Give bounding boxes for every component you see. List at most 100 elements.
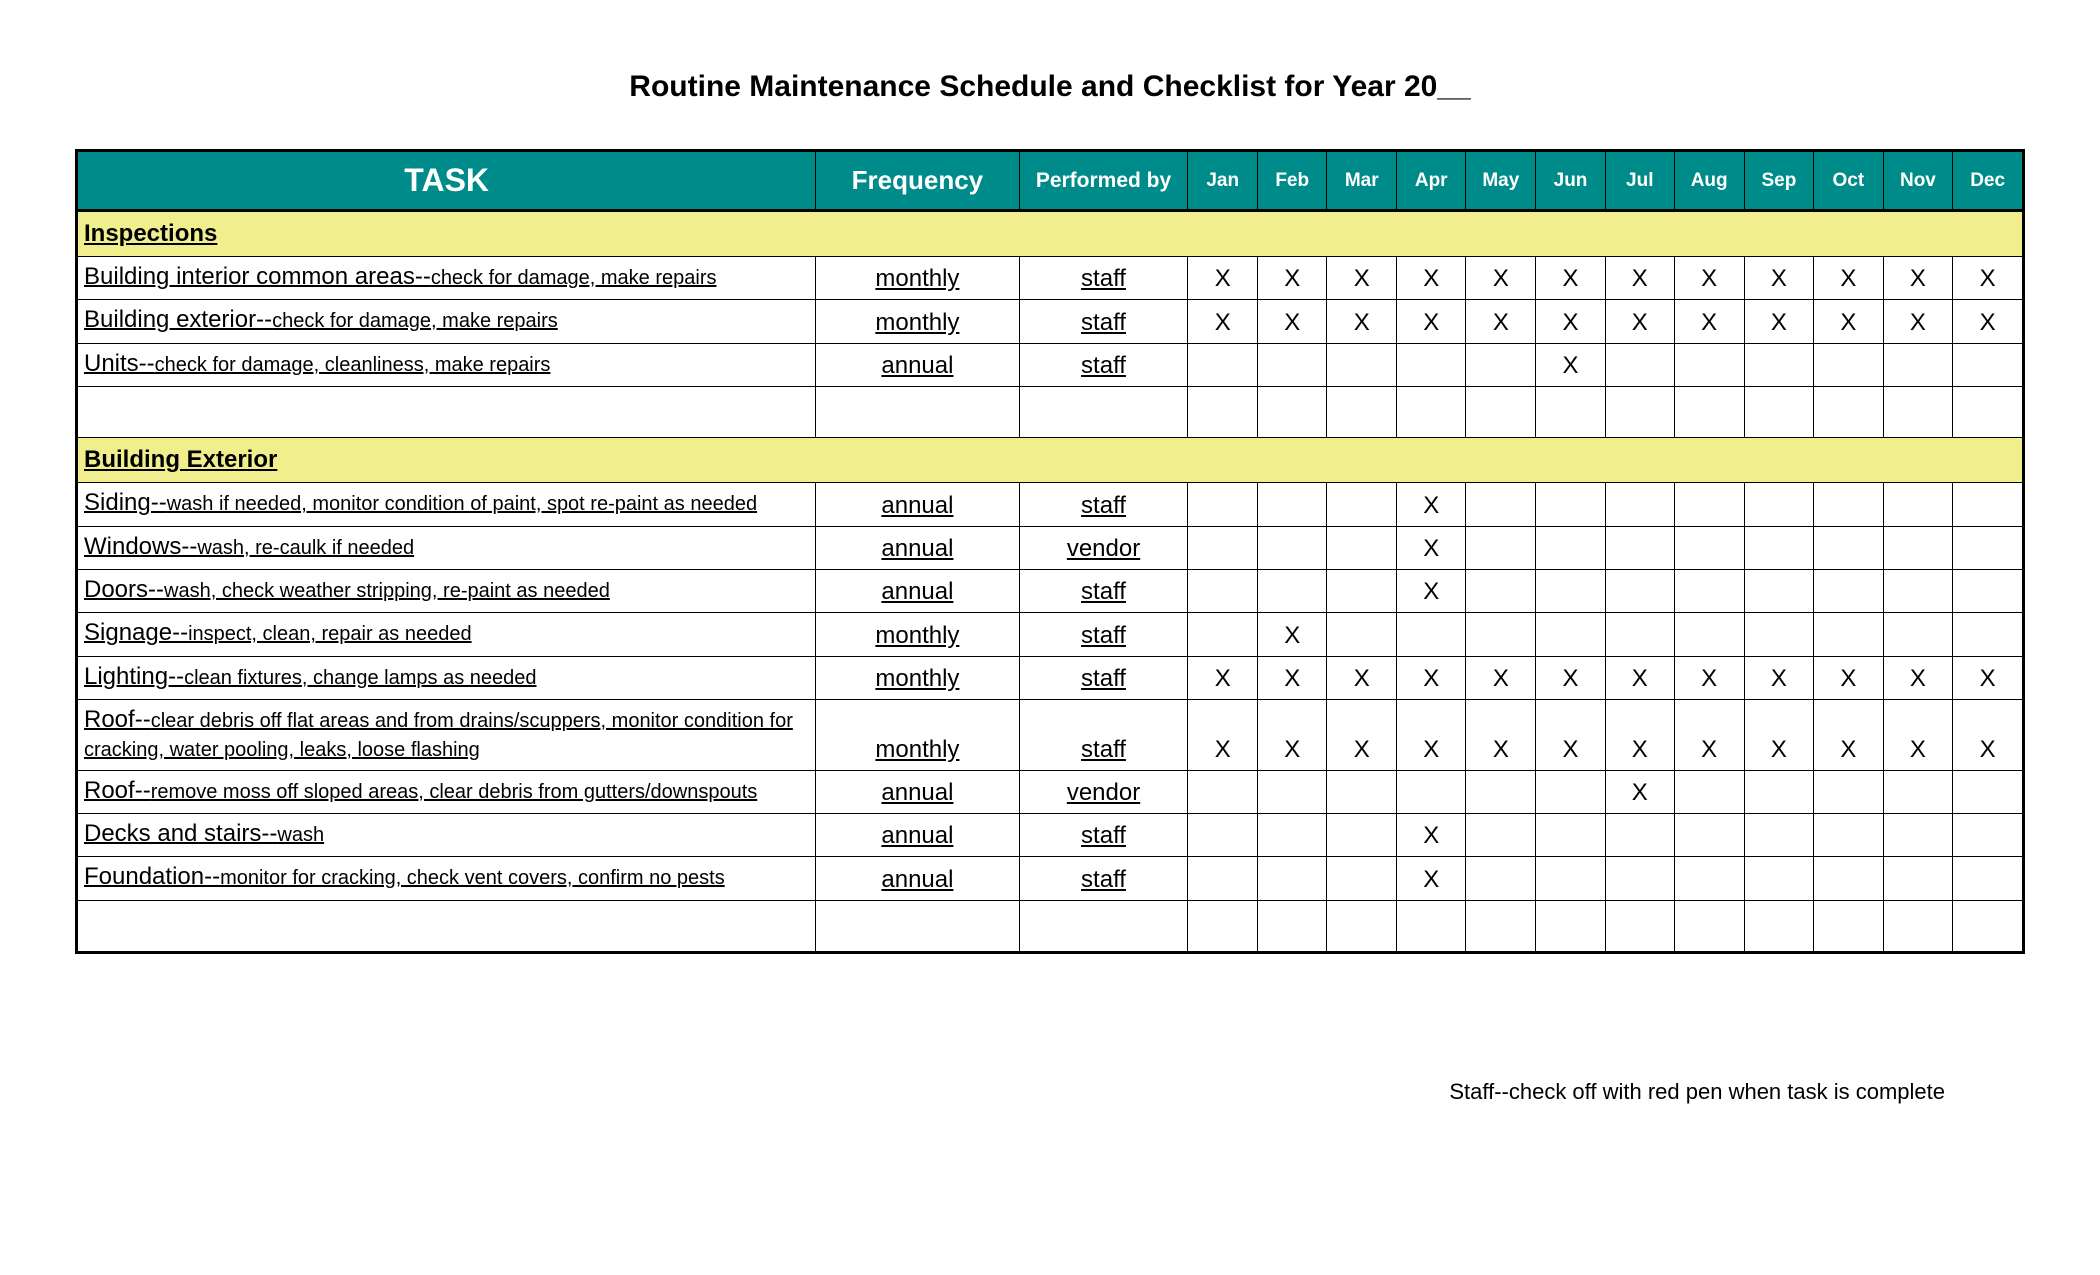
header-month: Sep xyxy=(1744,151,1814,211)
footnote: Staff--check off with red pen when task … xyxy=(75,954,2025,1105)
month-cell xyxy=(1674,526,1744,569)
task-cell: Units--check for damage, cleanliness, ma… xyxy=(77,343,816,386)
month-cell xyxy=(1605,526,1674,569)
task-head: Building interior common areas-- xyxy=(84,263,431,290)
task-desc: clean fixtures, change lamps as needed xyxy=(184,667,536,689)
task-cell: Signage--inspect, clean, repair as neede… xyxy=(77,613,816,656)
month-cell: X xyxy=(1257,300,1327,343)
empty-cell xyxy=(1605,387,1674,438)
month-cell xyxy=(1605,613,1674,656)
empty-cell xyxy=(1814,900,1883,952)
month-cell: X xyxy=(1744,700,1814,770)
month-cell xyxy=(1188,569,1257,612)
month-cell xyxy=(1188,613,1257,656)
month-cell xyxy=(1814,483,1883,526)
task-cell: Roof--clear debris off flat areas and fr… xyxy=(77,700,816,770)
month-cell xyxy=(1536,569,1606,612)
empty-cell xyxy=(1466,900,1536,952)
performed-by-cell: staff xyxy=(1019,343,1188,386)
month-cell xyxy=(1605,857,1674,900)
task-desc: check for damage, cleanliness, make repa… xyxy=(155,354,551,376)
performed-by-cell: staff xyxy=(1019,257,1188,300)
schedule-table: TASK Frequency Performed by Jan Feb Mar … xyxy=(75,149,2025,954)
performed-by-cell: vendor xyxy=(1019,526,1188,569)
month-cell xyxy=(1883,857,1953,900)
month-cell: X xyxy=(1605,770,1674,813)
month-cell xyxy=(1953,857,2024,900)
month-cell xyxy=(1466,526,1536,569)
task-desc: wash, check weather stripping, re-paint … xyxy=(164,580,610,602)
month-cell xyxy=(1744,857,1814,900)
month-cell xyxy=(1536,813,1606,856)
empty-cell xyxy=(816,900,1019,952)
header-month: Apr xyxy=(1397,151,1466,211)
month-cell: X xyxy=(1397,526,1466,569)
task-cell: Foundation--monitor for cracking, check … xyxy=(77,857,816,900)
month-cell xyxy=(1674,770,1744,813)
month-cell xyxy=(1674,343,1744,386)
month-cell: X xyxy=(1814,656,1883,699)
month-cell xyxy=(1953,483,2024,526)
month-cell xyxy=(1744,569,1814,612)
month-cell: X xyxy=(1257,613,1327,656)
task-cell: Lighting--clean fixtures, change lamps a… xyxy=(77,656,816,699)
month-cell: X xyxy=(1744,300,1814,343)
month-cell: X xyxy=(1953,656,2024,699)
task-head: Building exterior-- xyxy=(84,306,272,333)
month-cell: X xyxy=(1814,700,1883,770)
month-cell xyxy=(1188,526,1257,569)
table-row: Lighting--clean fixtures, change lamps a… xyxy=(77,656,2024,699)
month-cell xyxy=(1536,613,1606,656)
document-page: Routine Maintenance Schedule and Checkli… xyxy=(0,0,2100,1105)
month-cell: X xyxy=(1536,300,1606,343)
empty-cell xyxy=(1883,387,1953,438)
frequency-cell: annual xyxy=(816,813,1019,856)
month-cell xyxy=(1814,613,1883,656)
table-row: Units--check for damage, cleanliness, ma… xyxy=(77,343,2024,386)
empty-cell xyxy=(1953,900,2024,952)
month-cell: X xyxy=(1257,257,1327,300)
month-cell xyxy=(1466,770,1536,813)
task-desc: wash xyxy=(277,824,324,846)
empty-cell xyxy=(1257,900,1327,952)
empty-cell xyxy=(77,387,816,438)
performed-by-cell: staff xyxy=(1019,700,1188,770)
empty-cell xyxy=(1327,900,1397,952)
month-cell: X xyxy=(1397,300,1466,343)
header-month: Jan xyxy=(1188,151,1257,211)
month-cell xyxy=(1327,343,1397,386)
task-head: Units-- xyxy=(84,350,155,377)
task-head: Siding-- xyxy=(84,489,167,516)
table-row: Roof--remove moss off sloped areas, clea… xyxy=(77,770,2024,813)
month-cell xyxy=(1536,526,1606,569)
task-desc: check for damage, make repairs xyxy=(431,267,717,289)
empty-cell xyxy=(1019,387,1188,438)
empty-cell xyxy=(1814,387,1883,438)
month-cell: X xyxy=(1674,257,1744,300)
month-cell xyxy=(1536,857,1606,900)
month-cell xyxy=(1327,526,1397,569)
header-month: Nov xyxy=(1883,151,1953,211)
month-cell xyxy=(1814,526,1883,569)
table-row: Siding--wash if needed, monitor conditio… xyxy=(77,483,2024,526)
month-cell: X xyxy=(1397,257,1466,300)
month-cell xyxy=(1536,483,1606,526)
month-cell xyxy=(1466,569,1536,612)
performed-by-cell: staff xyxy=(1019,656,1188,699)
month-cell xyxy=(1883,813,1953,856)
month-cell xyxy=(1744,613,1814,656)
frequency-cell: monthly xyxy=(816,700,1019,770)
month-cell xyxy=(1953,343,2024,386)
task-cell: Roof--remove moss off sloped areas, clea… xyxy=(77,770,816,813)
month-cell xyxy=(1397,613,1466,656)
header-month: Jun xyxy=(1536,151,1606,211)
section-title: Building Exterior xyxy=(77,438,2024,483)
month-cell xyxy=(1744,343,1814,386)
month-cell: X xyxy=(1953,700,2024,770)
month-cell: X xyxy=(1883,257,1953,300)
performed-by-cell: staff xyxy=(1019,569,1188,612)
month-cell: X xyxy=(1397,483,1466,526)
month-cell xyxy=(1605,813,1674,856)
empty-cell xyxy=(1466,387,1536,438)
month-cell: X xyxy=(1466,700,1536,770)
